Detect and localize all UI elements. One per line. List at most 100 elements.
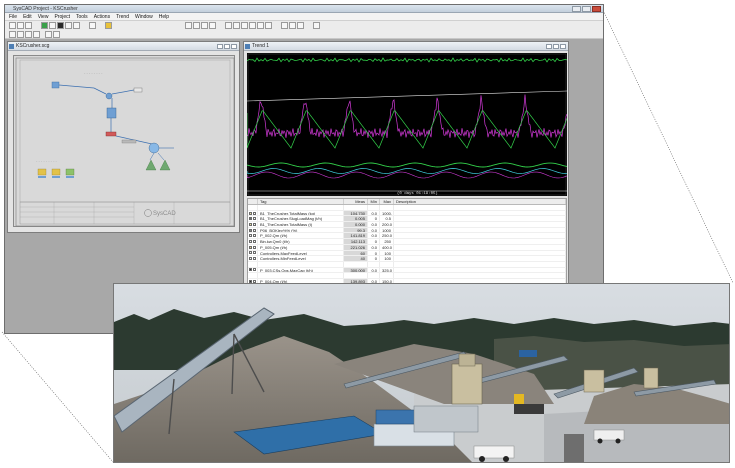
row-swatch[interactable] [248,273,258,278]
flowsheet-maximize-button[interactable] [224,44,230,49]
tag-table-body: B1_TheCrusher.TotalMass (kg) 104.730 0.0 10… [248,205,566,289]
series-visibility-checkbox[interactable] [253,222,256,226]
row-swatch[interactable] [248,244,258,250]
save-icon[interactable] [25,22,32,29]
menu-file[interactable]: File [9,13,17,20]
find-icon[interactable] [45,31,52,38]
min-cell: 0 [368,250,380,256]
trend-tag-table[interactable]: Tag Meas Min Max Description B1_TheCrush… [247,198,567,290]
feeder-unit[interactable] [51,81,60,89]
row-swatch[interactable] [248,233,258,239]
select-tool-icon[interactable] [185,22,192,29]
trend-plot-svg [246,53,568,196]
header-tag[interactable]: Tag [258,199,344,204]
new-icon[interactable] [9,22,16,29]
series-visibility-checkbox[interactable] [253,257,256,261]
tag-cell: P_005.Qm (t/h) [258,244,344,250]
row-swatch[interactable] [248,261,258,267]
stop-icon[interactable] [57,22,64,29]
scale-tool-icon[interactable] [241,22,248,29]
screen-unit[interactable] [105,131,117,137]
step-icon[interactable] [49,22,56,29]
series-visibility-checkbox[interactable] [253,251,256,255]
trend-window[interactable]: Trend 1 (0 days 01:19:05) Tag Meas Min M… [243,41,569,291]
trend-close-button[interactable] [560,44,566,49]
header-meas[interactable]: Meas [344,199,368,204]
trend-minimize-button[interactable] [546,44,552,49]
row-swatch[interactable] [248,227,258,233]
menu-actions[interactable]: Actions [94,13,110,20]
line-tool-icon[interactable] [193,22,200,29]
row-swatch[interactable] [248,210,258,216]
row-swatch[interactable] [248,205,258,210]
tag-cell [258,261,344,267]
trend-maximize-button[interactable] [553,44,559,49]
box-tool-icon[interactable] [201,22,208,29]
step-back-icon[interactable] [9,31,16,38]
maximize-button[interactable] [582,6,591,12]
row-swatch[interactable] [248,239,258,244]
series-visibility-checkbox[interactable] [253,217,256,221]
series-visibility-checkbox[interactable] [253,268,256,272]
series-visibility-checkbox[interactable] [253,245,256,249]
row-swatch[interactable] [248,216,258,222]
menu-tools[interactable]: Tools [76,13,88,20]
description-cell [394,244,566,250]
refresh-icon[interactable] [25,31,32,38]
zoom-out-icon[interactable] [289,22,296,29]
flowsheet-minimize-button[interactable] [217,44,223,49]
crusher-unit[interactable] [105,92,113,100]
menu-help[interactable]: Help [159,13,169,20]
menu-window[interactable]: Window [135,13,153,20]
series-visibility-checkbox[interactable] [253,228,256,232]
stockpile-2[interactable] [159,159,171,171]
zoom-in-icon[interactable] [281,22,288,29]
rotate-tool-icon[interactable] [233,22,240,29]
stockpile-1[interactable] [145,159,157,171]
row-swatch[interactable] [248,256,258,261]
graphic-tool-icon[interactable] [249,22,256,29]
menu-bar: File Edit View Project Tools Actions Tre… [5,13,603,21]
series-visibility-checkbox[interactable] [253,239,256,243]
link-tool-icon[interactable] [265,22,272,29]
step-forward-icon[interactable] [17,31,24,38]
menu-project[interactable]: Project [54,13,70,20]
minimize-button[interactable] [572,6,581,12]
row-swatch[interactable] [248,250,258,256]
menu-trend[interactable]: Trend [116,13,129,20]
options-icon[interactable] [33,31,40,38]
description-cell [394,256,566,261]
header-description[interactable]: Description [394,199,566,204]
open-icon[interactable] [17,22,24,29]
header-max[interactable]: Max [380,199,394,204]
zoom-fit-icon[interactable] [297,22,304,29]
trend-window-controls [546,44,566,49]
meas-cell [344,261,368,267]
grid-icon[interactable] [313,22,320,29]
menu-view[interactable]: View [38,13,49,20]
pause-icon[interactable] [65,22,72,29]
bin-unit[interactable] [106,107,117,119]
symbol-tool-icon[interactable] [257,22,264,29]
move-tool-icon[interactable] [225,22,232,29]
flowsheet-window[interactable]: KSCrusher.scg - - - - - - - - - - - - - … [7,41,240,233]
series-visibility-checkbox[interactable] [253,234,256,238]
cone-crusher-unit[interactable] [148,142,160,154]
series-visibility-checkbox[interactable] [253,211,256,215]
run-icon[interactable] [41,22,48,29]
close-button[interactable] [592,6,601,12]
menu-edit[interactable]: Edit [23,13,32,20]
settings-icon[interactable] [89,22,96,29]
flowsheet-canvas[interactable]: - - - - - - - - - - - - - - - - - SysCAD [13,55,235,227]
text-tool-icon[interactable] [209,22,216,29]
explore-icon[interactable] [53,31,60,38]
row-swatch[interactable] [248,222,258,227]
series-color-swatch [249,211,252,215]
row-swatch[interactable] [248,267,258,273]
flowsheet-close-button[interactable] [231,44,237,49]
toolbar [5,21,603,39]
header-min[interactable]: Min [368,199,380,204]
help-icon[interactable] [105,22,112,29]
trend-plot[interactable]: (0 days 01:19:05) [246,53,568,196]
record-icon[interactable] [73,22,80,29]
